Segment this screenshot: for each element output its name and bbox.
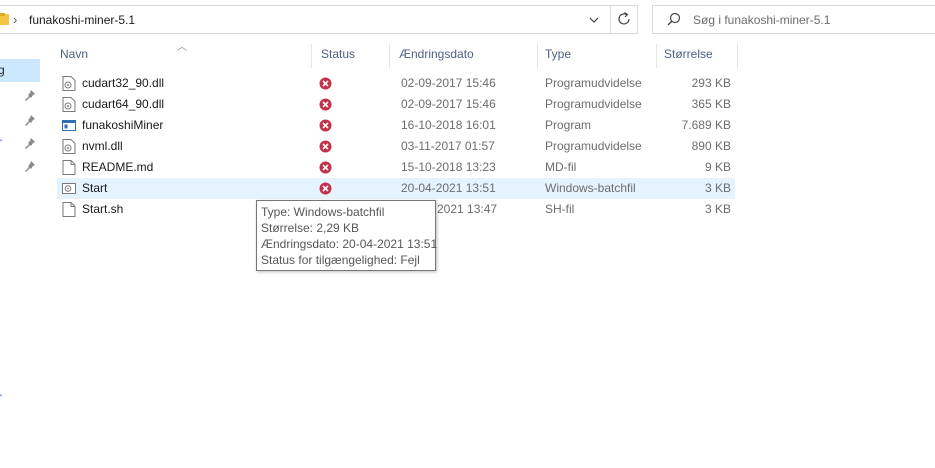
file-row[interactable]: cudart32_90.dll 02-09-2017 15:46 Program…	[57, 73, 735, 94]
file-name: README.md	[82, 160, 154, 174]
file-row[interactable]: nvml.dll 03-11-2017 01:57 Programudvidel…	[57, 136, 735, 157]
file-date: 20-04-2021 13:51	[401, 181, 496, 195]
error-status-icon	[319, 119, 332, 132]
search-placeholder[interactable]: Søg i funakoshi-miner-5.1	[693, 13, 830, 27]
file-name: funakoshiMiner	[82, 118, 164, 132]
chevron-down-icon[interactable]	[584, 12, 604, 28]
file-name: Start	[82, 181, 108, 195]
column-header-name[interactable]: Navn	[60, 40, 88, 68]
pin-icon[interactable]	[24, 160, 36, 172]
column-divider[interactable]	[537, 44, 538, 68]
search-icon	[667, 12, 681, 26]
nav-item-label[interactable]: r	[0, 390, 2, 404]
refresh-button[interactable]	[610, 6, 639, 33]
tooltip-size: Størrelse: 2,29 KB	[261, 221, 360, 235]
file-name: nvml.dll	[82, 139, 123, 153]
column-divider[interactable]	[656, 44, 657, 68]
pin-icon[interactable]	[24, 89, 36, 101]
navigation-pane: g r r	[0, 40, 42, 468]
file-size: 3 KB	[704, 202, 731, 216]
file-size: 7.689 KB	[681, 118, 731, 132]
error-status-icon	[319, 77, 332, 90]
breadcrumb-current-folder[interactable]: funakoshi-miner-5.1	[29, 13, 135, 27]
file-type: Program	[545, 118, 592, 132]
nav-item-label[interactable]: r	[0, 135, 2, 149]
column-divider[interactable]	[389, 44, 390, 68]
file-date: 02-09-2017 15:46	[401, 76, 496, 90]
file-size: 3 KB	[704, 181, 731, 195]
file-date: 15-10-2018 13:23	[401, 160, 496, 174]
column-divider[interactable]	[737, 44, 738, 68]
file-type: MD-fil	[545, 160, 577, 174]
top-bar: › funakoshi-miner-5.1 Søg i funakoshi-mi…	[0, 0, 935, 40]
file-size: 293 KB	[691, 76, 731, 90]
dll-file-icon	[62, 76, 76, 91]
column-header-size[interactable]: Størrelse	[664, 40, 713, 68]
tooltip-type: Type: Windows-batchfil	[261, 205, 385, 219]
file-row-hovered[interactable]: Start 20-04-2021 13:51 Windows-batchfil …	[57, 178, 735, 199]
file-name: cudart64_90.dll	[82, 97, 165, 111]
tooltip-status: Status for tilgængelighed: Fejl	[261, 253, 420, 267]
breadcrumb-separator[interactable]: ›	[13, 12, 17, 27]
error-status-icon	[319, 182, 332, 195]
file-date: 2021 13:47	[437, 202, 498, 216]
tooltip-date: Ændringsdato: 20-04-2021 13:51	[261, 237, 438, 251]
dll-file-icon	[62, 139, 76, 154]
column-header-date[interactable]: Ændringsdato	[399, 40, 474, 68]
search-box[interactable]: Søg i funakoshi-miner-5.1	[652, 5, 935, 34]
folder-icon	[0, 13, 9, 25]
address-bar[interactable]: › funakoshi-miner-5.1	[0, 5, 638, 34]
column-header-status[interactable]: Status	[321, 40, 355, 68]
file-type: SH-fil	[545, 202, 575, 216]
file-name: Start.sh	[82, 202, 124, 216]
file-size: 890 KB	[691, 139, 731, 153]
nav-item-selected[interactable]: g	[0, 59, 40, 82]
file-date: 16-10-2018 16:01	[401, 118, 496, 132]
pin-icon[interactable]	[24, 114, 36, 126]
nav-item-label: g	[0, 63, 5, 77]
refresh-icon	[618, 12, 630, 25]
dll-file-icon	[62, 97, 76, 112]
sort-ascending-icon: ︿	[177, 42, 187, 53]
pin-icon[interactable]	[24, 137, 36, 149]
column-header-type[interactable]: Type	[545, 40, 571, 68]
file-date: 03-11-2017 01:57	[401, 139, 495, 153]
file-size: 9 KB	[704, 160, 731, 174]
file-row[interactable]: README.md 15-10-2018 13:23 MD-fil 9 KB	[57, 157, 735, 178]
column-header-row: ︿ Navn Status Ændringsdato Type Størrels…	[43, 40, 935, 68]
file-info-tooltip: Type: Windows-batchfil Størrelse: 2,29 K…	[256, 200, 438, 271]
file-size: 365 KB	[691, 97, 731, 111]
text-file-icon	[62, 202, 76, 217]
batch-file-icon	[62, 183, 76, 194]
column-divider[interactable]	[311, 44, 312, 68]
exe-file-icon	[62, 120, 76, 131]
error-status-icon	[319, 140, 332, 153]
file-date: 02-09-2017 15:46	[401, 97, 496, 111]
error-status-icon	[319, 98, 332, 111]
file-row[interactable]: cudart64_90.dll 02-09-2017 15:46 Program…	[57, 94, 735, 115]
file-name: cudart32_90.dll	[82, 76, 165, 90]
error-status-icon	[319, 161, 332, 174]
text-file-icon	[62, 160, 76, 175]
file-row[interactable]: funakoshiMiner 16-10-2018 16:01 Program …	[57, 115, 735, 136]
